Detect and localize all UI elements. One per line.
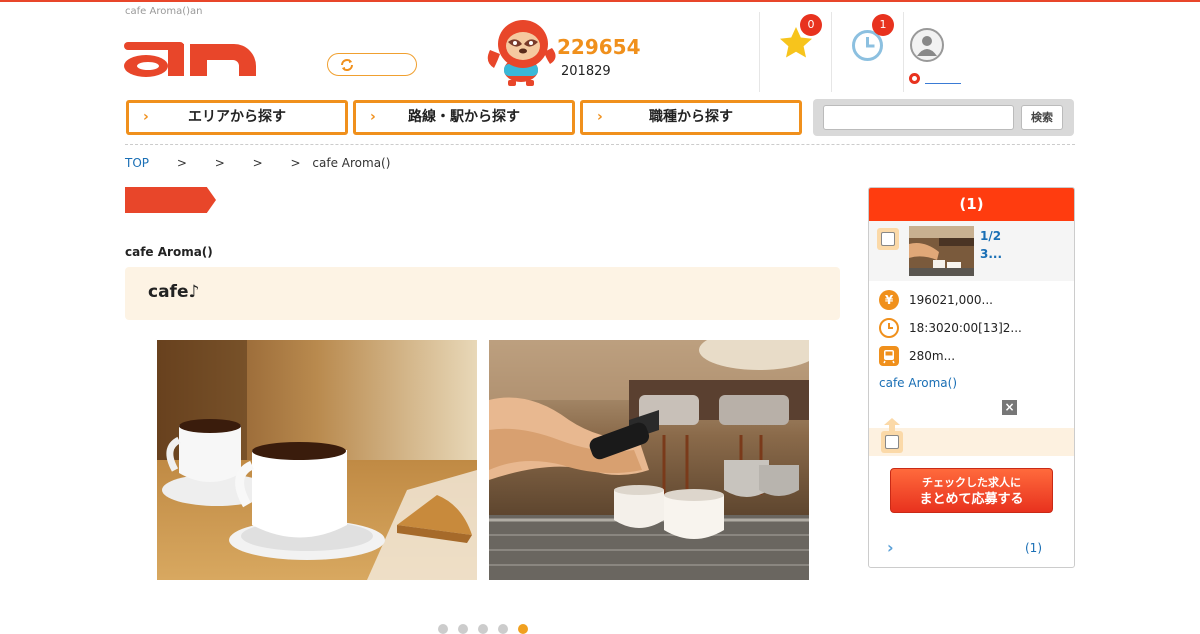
shop-name: cafe Aroma() — [125, 245, 213, 259]
nav-route-button[interactable]: › 路線・駅から探す — [353, 100, 575, 135]
select-all-strip — [869, 418, 1074, 456]
header-divider — [831, 12, 832, 92]
job-thumbnail[interactable] — [909, 226, 974, 276]
apply-label-line2: まとめて応募する — [919, 492, 1024, 507]
nav-job-label: 職種から探す — [649, 109, 733, 125]
history-badge: 1 — [872, 14, 894, 36]
job-checkbox[interactable] — [881, 232, 895, 246]
slide-dot-active[interactable] — [518, 624, 528, 634]
breadcrumb-separator: > — [214, 156, 225, 170]
breadcrumb-separator: > — [252, 156, 263, 170]
login-status-icon — [909, 73, 920, 84]
search-input[interactable] — [823, 105, 1014, 130]
slide-dot[interactable] — [478, 624, 488, 634]
arrow-up-icon — [884, 418, 900, 432]
salary-text: 196021,000... — [909, 293, 993, 307]
yen-icon: ¥ — [879, 290, 899, 310]
hours-text: 18:3020:00[13]2... — [909, 321, 1022, 335]
feature-tag — [165, 187, 216, 213]
search-box: 検索 — [813, 99, 1074, 136]
job-title[interactable]: 1/2 3... — [980, 227, 1002, 263]
favorites-badge: 0 — [800, 14, 822, 36]
catch-copy: cafe♪ — [148, 282, 200, 302]
job-title-line[interactable]: 1/2 — [980, 227, 1002, 245]
breadcrumb: TOP > > > > cafe Aroma() — [125, 156, 390, 170]
train-icon — [879, 346, 899, 366]
checked-jobs-link[interactable]: (1) — [1025, 541, 1042, 555]
apply-checked-button[interactable]: チェックした求人に まとめて応募する — [890, 468, 1053, 513]
checked-jobs-header: (1) — [869, 188, 1074, 221]
job-count-total: 229654 — [557, 35, 641, 59]
search-button[interactable]: 検索 — [1021, 105, 1063, 130]
photo-espresso-machine — [489, 340, 809, 580]
apply-label-line1: チェックした求人に — [922, 476, 1021, 489]
mascot-illustration — [487, 20, 556, 86]
slide-dot[interactable] — [438, 624, 448, 634]
job-checkbox-wrap — [877, 228, 899, 250]
chevron-right-icon[interactable]: › — [887, 538, 894, 557]
breadcrumb-top[interactable]: TOP — [125, 156, 149, 170]
nav-job-button[interactable]: › 職種から探す — [580, 100, 802, 135]
select-all-checkbox-wrap — [881, 431, 903, 453]
access-text: 280m... — [909, 349, 956, 363]
header-divider — [759, 12, 760, 92]
catch-copy-box: cafe♪ — [125, 267, 840, 320]
close-icon[interactable]: × — [1002, 400, 1017, 415]
chevron-right-icon: › — [143, 109, 149, 125]
select-all-checkbox[interactable] — [885, 435, 899, 449]
top-accent-line — [0, 0, 1200, 2]
site-caption: cafe Aroma()an — [125, 6, 203, 17]
breadcrumb-separator: > — [290, 156, 301, 170]
refresh-icon — [341, 59, 353, 71]
job-count-sub: 201829 — [561, 64, 611, 79]
shop-link[interactable]: cafe Aroma() — [879, 376, 957, 390]
nav-area-label: エリアから探す — [188, 109, 286, 125]
refresh-button[interactable] — [327, 53, 417, 76]
login-link[interactable] — [925, 83, 961, 84]
slide-dot[interactable] — [498, 624, 508, 634]
an-logo[interactable] — [124, 40, 256, 78]
checked-jobs-panel: (1) 1/2 3... ¥ 196021,000... 18:3020:00[… — [868, 187, 1075, 568]
job-title-line[interactable]: 3... — [980, 245, 1002, 263]
breadcrumb-separator: > — [176, 156, 187, 170]
nav-area-button[interactable]: › エリアから探す — [126, 100, 348, 135]
header-divider — [903, 12, 904, 92]
nav-route-label: 路線・駅から探す — [408, 109, 520, 125]
header-divider-dashed — [125, 144, 1075, 145]
chevron-right-icon: › — [597, 109, 603, 125]
breadcrumb-current: cafe Aroma() — [312, 156, 391, 170]
chevron-right-icon: › — [370, 109, 376, 125]
slide-dot[interactable] — [458, 624, 468, 634]
checked-job-item: 1/2 3... — [869, 221, 1074, 281]
user-avatar-icon[interactable] — [910, 28, 944, 62]
photo-coffee-cups — [157, 340, 477, 580]
clock-icon — [879, 318, 899, 338]
